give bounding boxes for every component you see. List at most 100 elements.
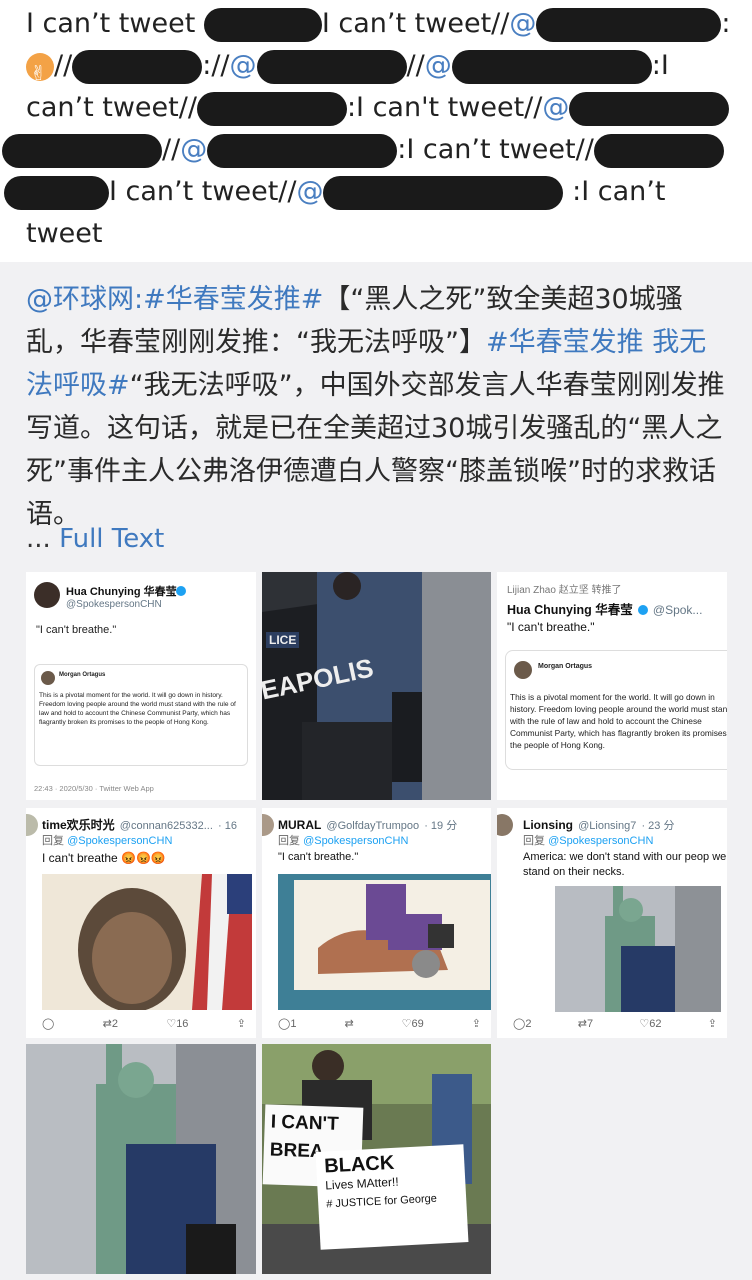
chain-sep: // [162,134,181,165]
tweet-author-handle: @connan625332... [119,820,213,832]
chain-text: I can't tweet [356,92,525,123]
redacted-block [203,7,322,42]
like-button[interactable]: ♡62 [639,1017,661,1030]
retweet-count: 2 [111,1018,118,1030]
full-text-label[interactable]: Full Text [59,524,164,554]
chain-sep: // [491,8,510,39]
share-icon[interactable]: ⇪ [237,1017,246,1030]
mention-at[interactable]: @ [509,8,536,39]
like-button[interactable]: ♡69 [402,1017,424,1030]
like-button[interactable]: ♡16 [166,1017,188,1030]
quoted-author-name: Morgan Ortagus [59,672,106,678]
redacted-block [569,91,730,126]
like-count: 62 [649,1018,662,1030]
image-police-car-photo[interactable]: EAPOLIS LICE [262,572,491,800]
verified-icon [637,604,648,615]
reply-button[interactable]: ◯1 [278,1017,296,1030]
image-reply-lionsing[interactable]: Lionsing @Lionsing7 · 23 分 回复 @Spokesper… [497,808,727,1038]
like-icon: ♡ [639,1018,650,1030]
hashtag-link[interactable]: #华春莹发推# [143,284,323,315]
full-text-link[interactable]: ... Full Text [26,524,164,554]
mention-at[interactable]: @ [296,176,323,207]
image-protest-photo[interactable]: I CAN'T BREA BLACK Lives MAtter!! # JUST… [262,1044,491,1274]
mural-cartoon [278,874,491,1010]
post-text: @环球网:#华春莹发推#【“黑人之死”致全美超30城骚乱，华春莹刚刚发推：“我无… [26,278,726,536]
source-mention-link[interactable]: @环球网 [26,284,134,315]
tweet-time: · 23 分 [641,820,675,832]
like-icon: ♡ [401,1018,412,1030]
redacted-block [196,91,347,126]
tweet-time: · 19 分 [424,820,458,832]
tweet-author-handle: @GolfdayTrumpoo [326,820,420,832]
chain-line-6: tweet [26,214,102,254]
image-reply-time-huanle[interactable]: time欢乐时光 @connan625332... · 16 回复 @Spoke… [26,808,256,1038]
redacted-block [451,49,652,84]
chain-sep: // [575,134,594,165]
reply-to-link[interactable]: @SpokespersonCHN [303,835,408,847]
reply-to-link[interactable]: @SpokespersonCHN [67,835,172,847]
reply-count: 2 [525,1018,532,1030]
chain-colon: : [346,92,357,123]
chain-sep: // [406,50,425,81]
quoted-text: This is a pivotal moment for the world. … [39,692,236,726]
mention-at[interactable]: @ [230,50,257,81]
tweet-author-handle: @Spok... [652,603,703,617]
victory-hand-emoji-icon [26,52,54,93]
share-icon[interactable]: ⇪ [472,1017,481,1030]
tweet-author-name: Lionsing [523,818,573,832]
chain-text: tweet [26,218,103,249]
reply-icon: ◯ [513,1018,526,1030]
tweet-author-name: Hua Chunying 华春莹 [66,586,177,598]
reply-label: 回复 [42,835,64,847]
chain-text: I can’t tweet [321,8,492,39]
share-icon[interactable]: ⇪ [708,1017,717,1030]
reply-count: 1 [290,1018,297,1030]
redacted-block [593,133,724,168]
tweet-author-handle: @SpokespersonCHN [66,599,162,610]
avatar [262,814,274,836]
mention-at[interactable]: @ [425,50,452,81]
retweet-button[interactable]: ⇄2 [103,1017,118,1030]
retweet-icon[interactable]: ⇄ [344,1017,353,1030]
ellipsis: ... [26,524,51,554]
retweet-chain: I can’t tweet I can’t tweet//@: //://@//… [0,0,752,262]
tweet-author-name: Hua Chunying 华春莹 [507,603,633,617]
like-icon: ♡ [166,1018,177,1030]
protest-sign-black-lives-matter: BLACK Lives MAtter!! # JUSTICE for Georg… [315,1144,469,1250]
chain-line-2: //://@//@:I [26,46,669,93]
reply-icon[interactable]: ◯ [42,1017,54,1030]
floyd-portrait-drawing [42,874,252,1010]
chain-colon: : [572,176,582,207]
reply-label: 回复 [278,835,300,847]
tweet-text: America: we don't stand with our peop we… [523,851,727,878]
redacted-block [536,7,722,42]
chain-line-1: I can’t tweet I can’t tweet//@: [26,4,730,44]
tweet-time: · 16 [218,820,237,832]
image-statue-liberty-kneel[interactable] [26,1044,256,1274]
image-reply-mural[interactable]: MURAL @GolfdayTrumpoo · 19 分 回复 @Spokesp… [262,808,491,1038]
chain-line-3: can’t tweet//:I can't tweet//@ [26,88,730,128]
redacted-block [4,175,109,210]
chain-sep: // [278,176,297,207]
redacted-block [256,49,407,84]
tweet-actions: ◯ ⇄2 ♡16 ⇪ [42,1017,246,1030]
statue-liberty-illustration [26,1044,256,1274]
chain-colon: : [202,50,212,81]
chain-text: I can’t tweet [26,8,196,39]
retweet-button[interactable]: ⇄7 [578,1017,593,1030]
verified-icon [176,586,186,596]
sign-line: # JUSTICE for George [325,1192,438,1211]
tweet-author-name: time欢乐时光 [42,818,115,832]
chain-colon: : [397,134,407,165]
tweet-text: "I can't breathe." [507,620,595,634]
reply-to-link[interactable]: @SpokespersonCHN [548,835,653,847]
chain-sep: // [524,92,543,123]
avatar [26,814,38,836]
post-body-part: “我无法呼吸”，中国外交部发言人华春莹刚刚发推写道。这句话，就是已在全美超过30… [26,370,725,530]
image-hua-chunying-tweet[interactable]: Hua Chunying 华春莹 @SpokespersonCHN "I can… [26,572,256,800]
mention-at[interactable]: @ [180,134,207,165]
quoted-author-name: Morgan Ortagus [538,663,593,670]
reply-button[interactable]: ◯2 [513,1017,531,1030]
mention-at[interactable]: @ [542,92,569,123]
image-lijian-zhao-retweet[interactable]: Lijian Zhao 赵立坚 转推了 Hua Chunying 华春莹 @Sp… [497,572,727,800]
